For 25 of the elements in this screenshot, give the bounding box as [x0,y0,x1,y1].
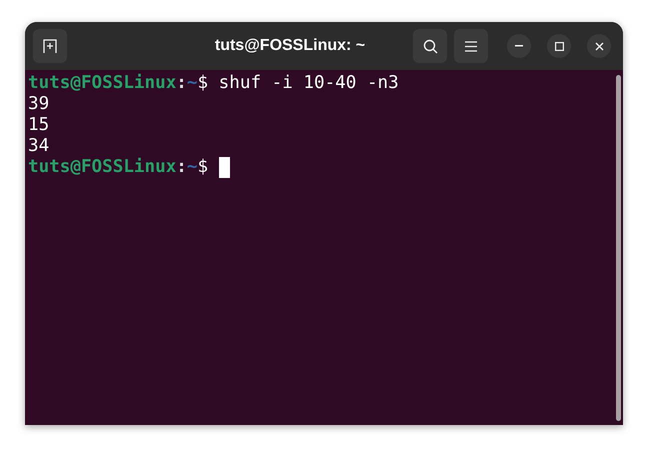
menu-icon [465,40,477,52]
minimize-button[interactable] [507,34,531,58]
maximize-button[interactable] [547,34,571,58]
output-text: 15 [28,115,50,136]
maximize-icon [554,42,564,50]
prompt-symbol: $ [197,157,210,178]
search-button[interactable] [413,29,447,63]
directory-path: ~ [186,73,198,94]
search-icon [422,38,438,54]
menu-button[interactable] [454,29,488,63]
window-title: tuts@FOSSLinux: ~ [214,36,366,56]
colon: : [176,157,187,178]
new-tab-button[interactable] [33,29,67,63]
minimize-icon [515,45,523,47]
colon: : [176,73,187,94]
directory-path: ~ [186,157,198,178]
command-text: $ shuf -i 10-40 -n3 [197,73,399,94]
username: tuts@FOSSLinux [28,157,176,178]
output-text: 39 [28,94,50,115]
scrollbar[interactable] [616,75,621,421]
close-icon [594,42,604,50]
new-tab-icon [42,38,58,54]
username: tuts@FOSSLinux [28,73,176,94]
close-button[interactable] [587,34,611,58]
output-text: 34 [28,136,50,157]
